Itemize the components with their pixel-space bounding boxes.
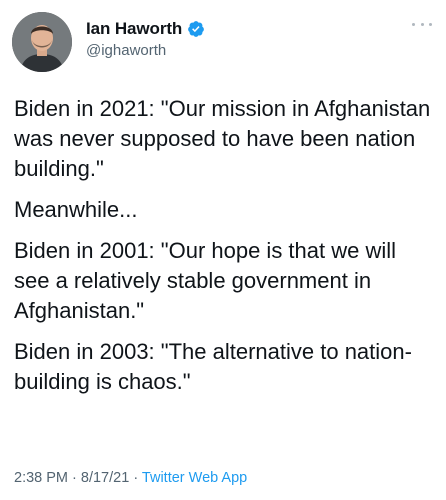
- dot: [429, 22, 432, 26]
- avatar[interactable]: [12, 12, 72, 72]
- tweet-paragraph: Biden in 2003: "The alternative to natio…: [14, 339, 412, 394]
- dot: [412, 22, 415, 26]
- avatar-photo: [12, 12, 72, 72]
- tweet-paragraph: Meanwhile...: [14, 197, 138, 222]
- tweet-date[interactable]: 8/17/21: [81, 470, 129, 486]
- tweet-time[interactable]: 2:38 PM: [14, 470, 68, 486]
- tweet-source-link[interactable]: Twitter Web App: [142, 470, 247, 486]
- name-row: Ian Haworth: [86, 18, 205, 40]
- tweet-paragraph: Biden in 2001: "Our hope is that we will…: [14, 238, 397, 323]
- meta-separator: ·: [72, 470, 81, 486]
- tweet-paragraph: Biden in 2021: "Our mission in Afghanist…: [14, 96, 431, 181]
- verified-badge-icon: [188, 21, 205, 37]
- user-handle[interactable]: @ighaworth: [86, 42, 205, 59]
- more-options-icon[interactable]: [412, 20, 432, 28]
- tweet-card: Ian Haworth @ighaworth Biden in 2021: "O…: [0, 0, 446, 500]
- tweet-text: Biden in 2021: "Our mission in Afghanist…: [14, 94, 434, 408]
- meta-separator: ·: [133, 470, 142, 486]
- tweet-metadata: 2:38 PM · 8/17/21 · Twitter Web App: [14, 470, 247, 486]
- display-name[interactable]: Ian Haworth: [86, 19, 182, 39]
- tweet-header: Ian Haworth @ighaworth: [86, 18, 205, 59]
- dot: [420, 22, 424, 26]
